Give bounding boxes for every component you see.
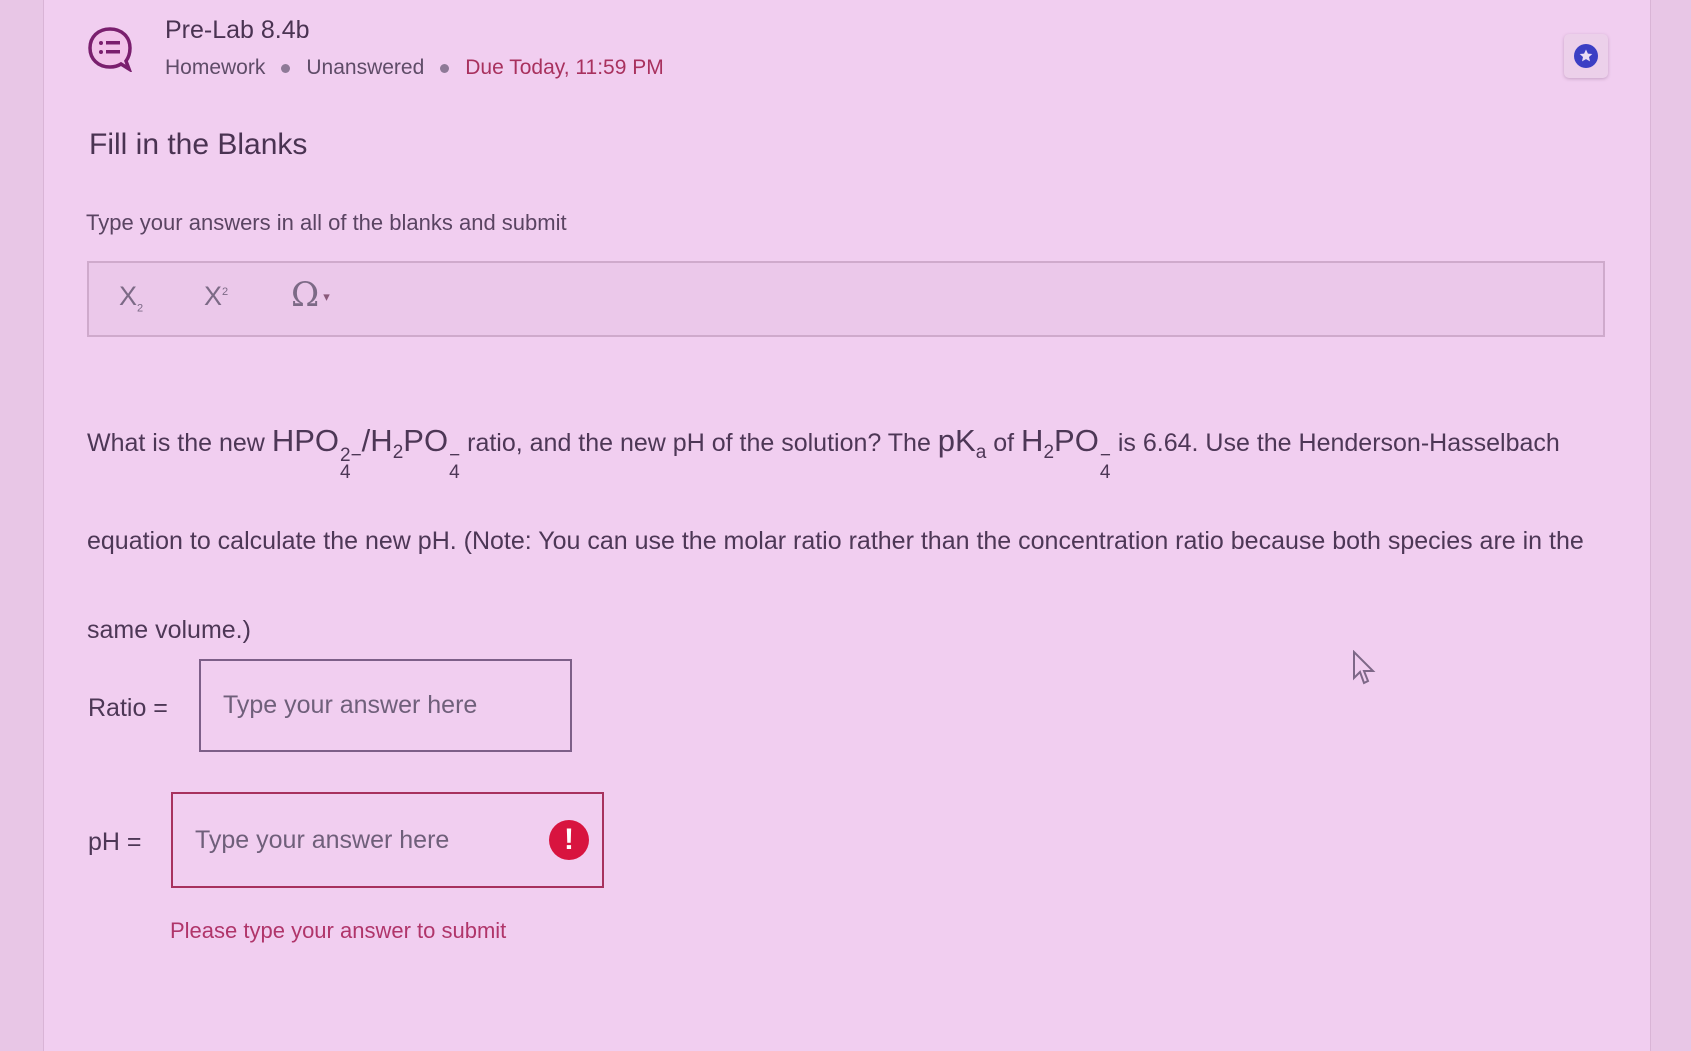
- chevron-down-icon: ▾: [323, 289, 330, 305]
- due-date: Due Today, 11:59 PM: [465, 56, 664, 79]
- separator-dot: [440, 63, 450, 73]
- validation-error-message: Please type your answer to submit: [170, 918, 507, 943]
- superscript-button[interactable]: X2: [204, 281, 228, 317]
- ph-label: pH =: [88, 828, 142, 856]
- superscript-mark: 2: [222, 286, 229, 298]
- special-characters-dropdown[interactable]: Ω ▾: [291, 275, 330, 315]
- hpo4-formula: HPO 2− 4: [271, 423, 362, 483]
- ratio-input[interactable]: [199, 659, 572, 752]
- assignment-status: Unanswered: [306, 56, 425, 79]
- omega-icon: Ω: [291, 275, 320, 315]
- ph-input[interactable]: [171, 792, 604, 888]
- subscript-icon: X: [119, 281, 138, 311]
- superscript-icon: X: [204, 281, 223, 311]
- assignment-type: Homework: [165, 56, 266, 79]
- separator-dot: [281, 63, 291, 73]
- subscript-mark: 2: [137, 302, 144, 315]
- assignment-meta: Homework Unanswered Due Today, 11:59 PM: [165, 56, 664, 80]
- instructions-text: Type your answers in all of the blanks a…: [86, 210, 567, 235]
- h2po4-formula: H2PO −4: [1021, 423, 1111, 483]
- formatting-toolbar: X2 X2 Ω ▾: [87, 261, 1605, 337]
- question-type-heading: Fill in the Blanks: [89, 128, 308, 161]
- star-icon: [1574, 44, 1598, 68]
- subscript-button[interactable]: X2: [119, 281, 143, 317]
- assignment-title: Pre-Lab 8.4b: [165, 16, 310, 44]
- question-text: What is the new HPO 2− 4/H2PO −4 ratio, and…: [87, 423, 1584, 645]
- ratio-label: Ratio =: [88, 694, 168, 722]
- homework-chat-list-icon: [88, 27, 132, 72]
- question-card: Pre-Lab 8.4b Homework Unanswered Due Tod…: [43, 0, 1651, 1051]
- h2po4-formula: H2PO −4: [370, 423, 461, 483]
- bookmark-button[interactable]: [1564, 34, 1608, 78]
- exclamation-icon: !: [549, 820, 589, 860]
- mouse-cursor-icon: [1353, 650, 1376, 685]
- pka-symbol: pKa: [937, 423, 987, 464]
